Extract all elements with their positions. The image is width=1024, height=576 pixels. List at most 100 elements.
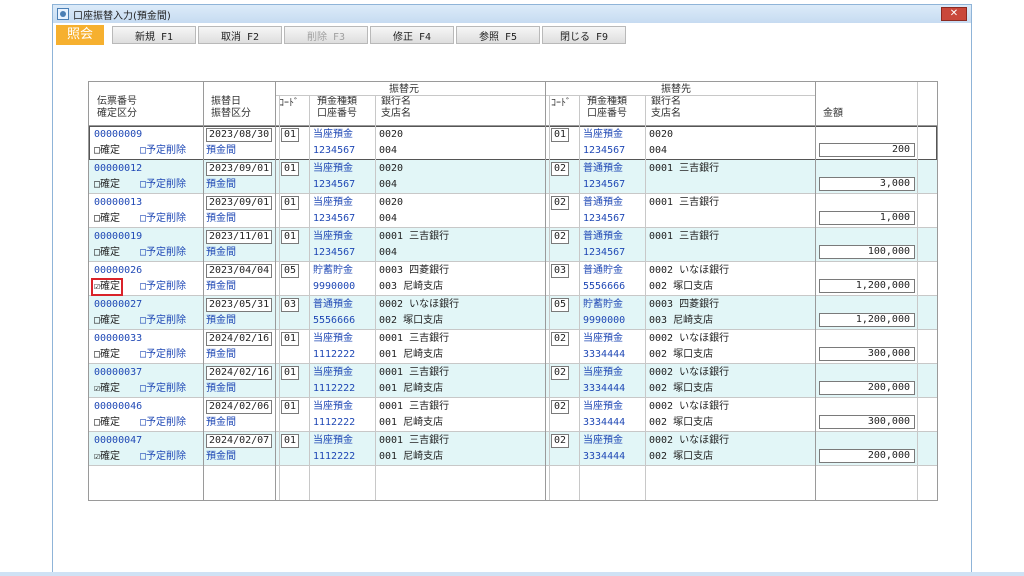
table-row[interactable]: 00000027 □確定 □予定削除 2023/05/31 預金間 03 普通預金 55566… bbox=[89, 296, 937, 330]
from-code-field[interactable]: 05 bbox=[281, 264, 300, 278]
amount-field[interactable]: 200,000 bbox=[819, 381, 915, 395]
to-code-field[interactable]: 02 bbox=[551, 332, 570, 346]
from-code-field[interactable]: 03 bbox=[281, 298, 300, 312]
from-bank: 0001 三吉銀行 bbox=[379, 367, 450, 378]
table-row[interactable]: 00000009 □確定 □予定削除 2023/08/30 預金間 01 当座預金 12345… bbox=[89, 126, 937, 160]
from-code-field[interactable]: 01 bbox=[281, 366, 300, 380]
delete-button[interactable]: 削除 F3 bbox=[284, 26, 368, 44]
amount-field[interactable]: 1,200,000 bbox=[819, 279, 915, 293]
to-code-field[interactable]: 02 bbox=[551, 400, 570, 414]
to-code-field[interactable]: 01 bbox=[551, 128, 570, 142]
to-code-field[interactable]: 02 bbox=[551, 434, 570, 448]
from-deposit-type: 当座預金 bbox=[313, 333, 353, 344]
transfer-date-field[interactable]: 2023/08/30 bbox=[206, 128, 273, 142]
from-code-field[interactable]: 01 bbox=[281, 400, 300, 414]
confirm-checkbox[interactable]: □確定 bbox=[94, 349, 120, 361]
amount-field[interactable]: 1,200,000 bbox=[819, 313, 915, 327]
transfer-date-field[interactable]: 2024/02/16 bbox=[206, 366, 273, 380]
amount-field[interactable]: 300,000 bbox=[819, 415, 915, 429]
grid-header: 伝票番号 確定区分 振替日 振替区分 振替元 ｺｰﾄﾞ 預金種類 口座番号 銀行… bbox=[89, 82, 937, 126]
scheduled-delete-checkbox[interactable]: □予定削除 bbox=[140, 145, 186, 157]
transfer-date-field[interactable]: 2024/02/07 bbox=[206, 434, 273, 448]
from-code-field[interactable]: 01 bbox=[281, 162, 300, 176]
close-button[interactable]: ✕ bbox=[941, 7, 967, 21]
scheduled-delete-checkbox[interactable]: □予定削除 bbox=[140, 417, 186, 429]
toolbar: 照会 新規 F1 取消 F2 削除 F3 修正 F4 参照 F5 閉じる F9 bbox=[56, 25, 628, 45]
confirm-checkbox[interactable]: □確定 bbox=[94, 179, 120, 191]
to-branch: 002 塚口支店 bbox=[649, 417, 714, 428]
from-code-field[interactable]: 01 bbox=[281, 128, 300, 142]
scheduled-delete-checkbox[interactable]: □予定削除 bbox=[140, 281, 186, 293]
to-account-number: 1234567 bbox=[583, 213, 626, 224]
table-row[interactable]: 00000013 □確定 □予定削除 2023/09/01 預金間 01 当座預金 12345… bbox=[89, 194, 937, 228]
to-branch: 002 塚口支店 bbox=[649, 383, 714, 394]
from-code-field[interactable]: 01 bbox=[281, 230, 300, 244]
col-divider bbox=[815, 82, 816, 500]
to-code-field[interactable]: 03 bbox=[551, 264, 570, 278]
confirm-checkbox[interactable]: ☑確定 bbox=[90, 278, 124, 296]
confirm-checkbox[interactable]: □確定 bbox=[94, 315, 120, 327]
scheduled-delete-checkbox[interactable]: □予定削除 bbox=[140, 451, 186, 463]
table-row[interactable]: 00000012 □確定 □予定削除 2023/09/01 預金間 01 当座預金 12345… bbox=[89, 160, 937, 194]
scheduled-delete-checkbox[interactable]: □予定削除 bbox=[140, 213, 186, 225]
table-row[interactable]: 00000037 ☑確定 □予定削除 2024/02/16 預金間 01 当座預金 11122… bbox=[89, 364, 937, 398]
table-row[interactable]: 00000026 ☑確定 □予定削除 2023/04/04 預金間 05 貯蓄貯金 99900… bbox=[89, 262, 937, 296]
transfer-date-field[interactable]: 2024/02/06 bbox=[206, 400, 273, 414]
amount-field[interactable]: 200,000 bbox=[819, 449, 915, 463]
reference-button[interactable]: 参照 F5 bbox=[456, 26, 540, 44]
transfer-date-field[interactable]: 2024/02/16 bbox=[206, 332, 273, 346]
new-button[interactable]: 新規 F1 bbox=[112, 26, 196, 44]
from-account-number: 1234567 bbox=[313, 145, 356, 156]
close-f9-button[interactable]: 閉じる F9 bbox=[542, 26, 626, 44]
to-code-field[interactable]: 02 bbox=[551, 230, 570, 244]
from-code-field[interactable]: 01 bbox=[281, 434, 300, 448]
scheduled-delete-checkbox[interactable]: □予定削除 bbox=[140, 383, 186, 395]
to-account-number: 9990000 bbox=[583, 315, 626, 326]
transfer-date-field[interactable]: 2023/09/01 bbox=[206, 162, 273, 176]
confirm-checkbox[interactable]: □確定 bbox=[94, 213, 120, 225]
scheduled-delete-checkbox[interactable]: □予定削除 bbox=[140, 247, 186, 259]
to-branch: 002 塚口支店 bbox=[649, 349, 714, 360]
from-deposit-type: 貯蓄貯金 bbox=[313, 265, 353, 276]
amount-field[interactable]: 300,000 bbox=[819, 347, 915, 361]
header-from-bank: 銀行名 bbox=[381, 96, 411, 107]
from-deposit-type: 当座預金 bbox=[313, 163, 353, 174]
to-bank: 0003 四菱銀行 bbox=[649, 299, 720, 310]
col-divider bbox=[579, 95, 580, 500]
amount-field[interactable]: 1,000 bbox=[819, 211, 915, 225]
confirm-checkbox[interactable]: □確定 bbox=[94, 145, 120, 157]
to-code-field[interactable]: 05 bbox=[551, 298, 570, 312]
to-code-field[interactable]: 02 bbox=[551, 162, 570, 176]
scheduled-delete-checkbox[interactable]: □予定削除 bbox=[140, 315, 186, 327]
cancel-button[interactable]: 取消 F2 bbox=[198, 26, 282, 44]
to-code-field[interactable]: 02 bbox=[551, 196, 570, 210]
to-bank: 0001 三吉銀行 bbox=[649, 197, 720, 208]
to-account-number: 3334444 bbox=[583, 349, 626, 360]
to-bank: 0001 三吉銀行 bbox=[649, 163, 720, 174]
table-row[interactable]: 00000033 □確定 □予定削除 2024/02/16 預金間 01 当座預金 11122… bbox=[89, 330, 937, 364]
to-code-field[interactable]: 02 bbox=[551, 366, 570, 380]
amount-field[interactable]: 200 bbox=[819, 143, 915, 157]
confirm-checkbox[interactable]: ☑確定 bbox=[94, 383, 120, 395]
amount-field[interactable]: 100,000 bbox=[819, 245, 915, 259]
transfer-date-field[interactable]: 2023/09/01 bbox=[206, 196, 273, 210]
transfer-date-field[interactable]: 2023/05/31 bbox=[206, 298, 273, 312]
table-row[interactable]: 00000019 □確定 □予定削除 2023/11/01 預金間 01 当座預金 12345… bbox=[89, 228, 937, 262]
to-bank: 0002 いなほ銀行 bbox=[649, 435, 730, 446]
confirm-checkbox[interactable]: □確定 bbox=[94, 417, 120, 429]
from-bank: 0002 いなほ銀行 bbox=[379, 299, 460, 310]
confirm-checkbox[interactable]: □確定 bbox=[94, 247, 120, 259]
table-row[interactable]: 00000047 ☑確定 □予定削除 2024/02/07 預金間 01 当座預金 11122… bbox=[89, 432, 937, 466]
from-code-field[interactable]: 01 bbox=[281, 196, 300, 210]
from-code-field[interactable]: 01 bbox=[281, 332, 300, 346]
confirm-checkbox[interactable]: ☑確定 bbox=[94, 451, 120, 463]
transfer-date-field[interactable]: 2023/11/01 bbox=[206, 230, 273, 244]
transfer-date-field[interactable]: 2023/04/04 bbox=[206, 264, 273, 278]
slip-number: 00000027 bbox=[94, 299, 143, 310]
scheduled-delete-checkbox[interactable]: □予定削除 bbox=[140, 179, 186, 191]
scheduled-delete-checkbox[interactable]: □予定削除 bbox=[140, 349, 186, 361]
to-bank: 0002 いなほ銀行 bbox=[649, 367, 730, 378]
amount-field[interactable]: 3,000 bbox=[819, 177, 915, 191]
edit-button[interactable]: 修正 F4 bbox=[370, 26, 454, 44]
table-row[interactable]: 00000046 □確定 □予定削除 2024/02/06 預金間 01 当座預金 11122… bbox=[89, 398, 937, 432]
